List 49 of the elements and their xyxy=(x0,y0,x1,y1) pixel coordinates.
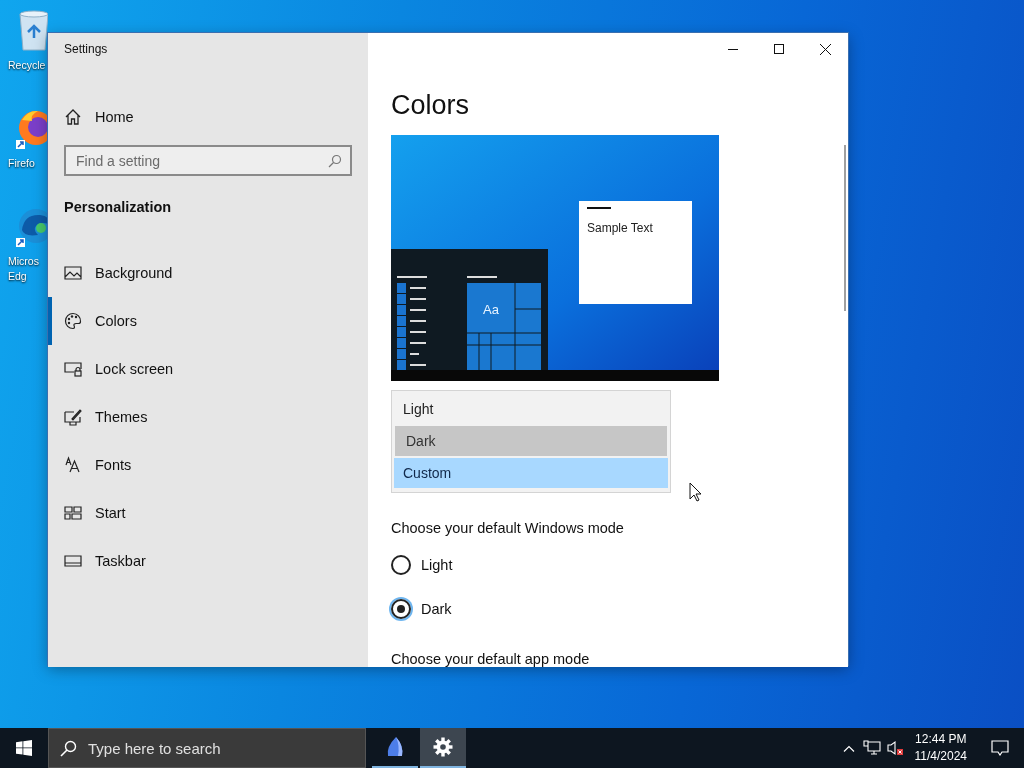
taskbar-search-field[interactable]: Type here to search xyxy=(48,728,366,768)
picture-icon xyxy=(64,264,82,282)
dropdown-option[interactable]: Dark xyxy=(395,426,667,456)
sidebar-item[interactable]: Background xyxy=(48,249,368,297)
page-heading: Colors xyxy=(391,89,470,122)
icon-label: Firefo xyxy=(8,156,35,171)
icon-label: Edg xyxy=(8,269,27,284)
window-title: Settings xyxy=(64,42,108,58)
cursor-icon xyxy=(689,482,702,502)
maximize-icon xyxy=(774,44,784,54)
sidebar-item[interactable]: Start xyxy=(48,489,368,537)
close-icon xyxy=(819,43,831,55)
radio-option[interactable]: Light xyxy=(391,550,453,580)
clock[interactable]: 12:44 PM 11/4/2024 xyxy=(906,731,976,765)
tiles-icon xyxy=(64,504,82,522)
letters-icon xyxy=(64,456,82,474)
home-icon xyxy=(64,108,82,126)
windows-logo-icon xyxy=(16,740,32,756)
icon-label: Micros xyxy=(8,254,39,269)
section-heading: Personalization xyxy=(64,199,172,215)
icon-label: Recycle xyxy=(8,58,46,73)
lock-screen-icon xyxy=(64,360,82,378)
volume-muted-icon[interactable] xyxy=(886,740,904,756)
home-link[interactable]: Home xyxy=(64,105,134,129)
search-field[interactable]: Find a setting xyxy=(64,145,352,176)
radio-button[interactable] xyxy=(391,555,411,575)
radio-option[interactable]: Dark xyxy=(391,594,452,624)
taskbar-icon xyxy=(64,552,82,570)
sidebar-item[interactable]: Fonts xyxy=(48,441,368,489)
search-icon xyxy=(60,739,77,757)
chevron-up-icon[interactable] xyxy=(843,744,855,752)
palette-icon xyxy=(64,312,82,330)
taskbar-app-button[interactable] xyxy=(420,728,466,768)
section-label: Choose your default app mode xyxy=(391,651,590,667)
tile-label: Aa xyxy=(483,302,499,317)
scrollbar-thumb[interactable] xyxy=(844,145,846,311)
dropdown-option[interactable]: Light xyxy=(394,394,668,424)
dropdown-option[interactable]: Custom xyxy=(394,458,668,488)
sidebar-item[interactable]: Themes xyxy=(48,393,368,441)
speech-bubble-icon xyxy=(991,740,1009,756)
radio-button[interactable] xyxy=(391,599,411,619)
sidebar-item[interactable]: Lock screen xyxy=(48,345,368,393)
minimize-icon xyxy=(728,48,738,50)
brush-icon xyxy=(64,408,82,426)
section-label: Choose your default Windows mode xyxy=(391,520,624,536)
sample-text: Sample Text xyxy=(587,221,653,235)
sidebar-item[interactable]: Taskbar xyxy=(48,537,368,585)
network-icon[interactable] xyxy=(863,740,881,756)
settings-icon xyxy=(433,737,453,757)
